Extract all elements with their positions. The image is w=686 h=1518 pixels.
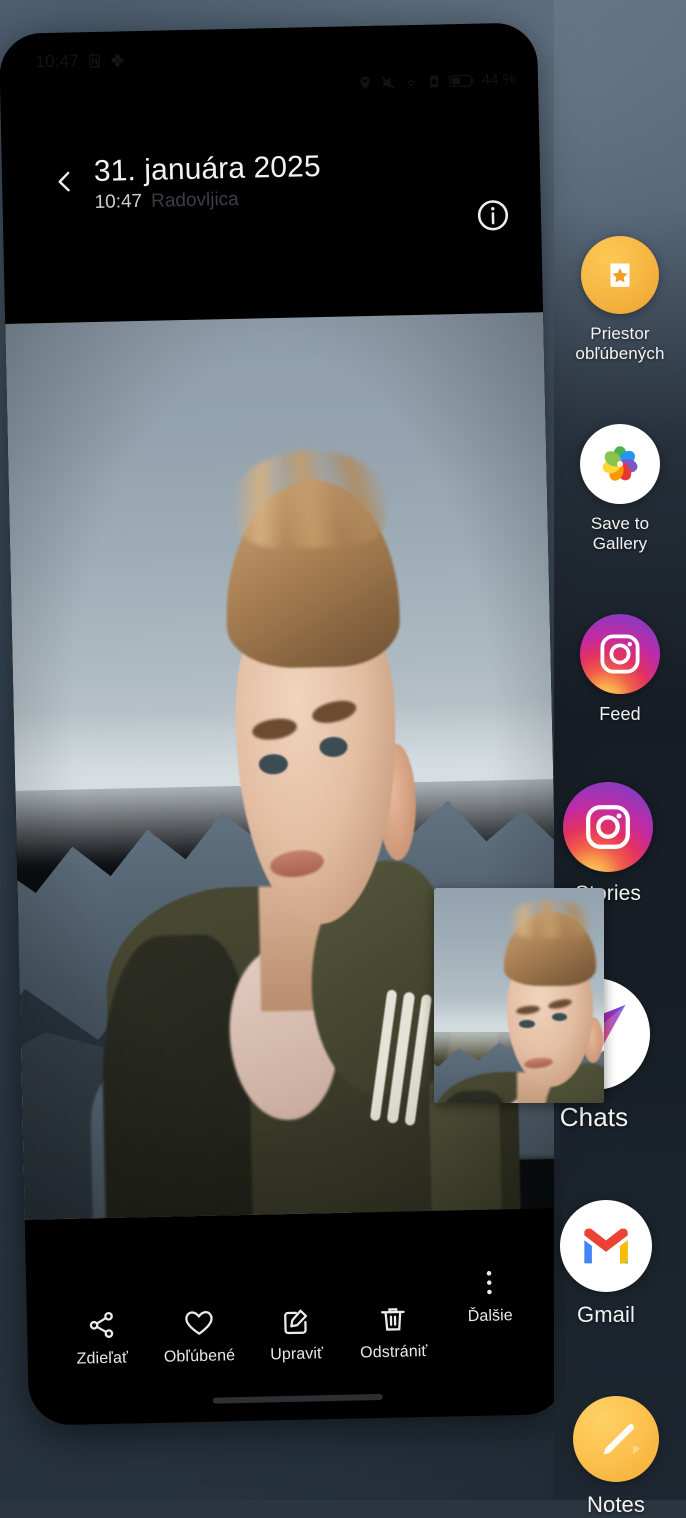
share-target-favorites-space[interactable]: Priestor obľúbených xyxy=(554,236,686,363)
notes-pencil-icon xyxy=(573,1396,659,1482)
drag-preview-scene xyxy=(434,888,604,1103)
share-label: Zdieľať xyxy=(77,1350,129,1369)
share-target-feed[interactable]: Feed xyxy=(554,614,686,725)
battery-percent-label: 44 % xyxy=(482,71,517,89)
instagram-icon xyxy=(580,614,660,694)
more-vertical-icon xyxy=(473,1266,506,1299)
home-indicator[interactable] xyxy=(213,1394,383,1404)
chevron-left-icon[interactable] xyxy=(52,168,79,195)
favorite-button[interactable]: Obľúbené xyxy=(150,1306,247,1367)
share-target-notes[interactable]: Notes xyxy=(550,1396,682,1518)
status-bar-right: 44 % xyxy=(357,71,517,91)
edit-label: Upraviť xyxy=(270,1345,323,1364)
share-nodes-icon xyxy=(85,1309,118,1342)
heart-icon xyxy=(182,1307,215,1340)
trash-icon xyxy=(377,1302,410,1335)
instagram-icon xyxy=(563,782,653,872)
gallery-pinwheel-icon xyxy=(580,424,660,504)
status-clock: 10:47 xyxy=(35,51,79,72)
share-target-save-to-gallery[interactable]: Save to Gallery xyxy=(554,424,686,553)
delete-label: Odstrániť xyxy=(360,1343,428,1362)
share-target-label: Save to Gallery xyxy=(591,514,649,553)
info-circle-icon[interactable] xyxy=(475,197,512,234)
nfc-icon xyxy=(86,53,102,69)
wifi-icon xyxy=(403,73,419,89)
pencil-square-icon xyxy=(280,1305,313,1338)
share-target-label: Gmail xyxy=(577,1302,635,1328)
header-text-block: 31. januára 2025 10:47 Radovljica xyxy=(93,147,321,216)
share-target-label: Feed xyxy=(599,704,640,725)
delete-button[interactable]: Odstrániť xyxy=(345,1302,442,1363)
mute-icon xyxy=(380,74,396,90)
share-sidebar: Priestor obľúbených Save to Gall xyxy=(554,0,686,1500)
drag-photo-preview[interactable] xyxy=(434,888,604,1103)
gallery-app-header: 31. januára 2025 10:47 Radovljica xyxy=(1,138,541,246)
edit-button[interactable]: Upraviť xyxy=(248,1304,345,1365)
favorites-space-icon xyxy=(581,236,659,314)
more-label: Ďalšie xyxy=(468,1307,513,1326)
phone-screen: 10:47 xyxy=(0,22,567,1425)
sim-card-icon xyxy=(426,73,442,89)
photo-location-label: Radovljica xyxy=(151,189,239,212)
share-target-label: Chats xyxy=(560,1102,628,1132)
share-target-gmail[interactable]: Gmail xyxy=(540,1200,672,1328)
header-subtitle: 10:47 Radovljica xyxy=(94,185,321,216)
battery-icon xyxy=(449,72,475,89)
status-bar-left: 10:47 xyxy=(35,50,125,72)
pinwheel-icon xyxy=(109,52,125,68)
status-bar: 10:47 xyxy=(0,22,538,92)
gmail-icon xyxy=(560,1200,652,1292)
favorite-label: Obľúbené xyxy=(164,1347,236,1367)
more-button[interactable]: Ďalšie xyxy=(441,1266,538,1327)
share-target-label: Notes xyxy=(587,1492,645,1518)
share-button[interactable]: Zdieľať xyxy=(53,1308,150,1369)
page-title: 31. januára 2025 xyxy=(93,147,321,192)
share-target-label: Priestor obľúbených xyxy=(575,324,664,363)
location-icon xyxy=(357,74,373,90)
photo-time-label: 10:47 xyxy=(94,191,142,213)
photo-action-toolbar: Zdieľať Obľúbené Upraviť xyxy=(25,1224,566,1386)
